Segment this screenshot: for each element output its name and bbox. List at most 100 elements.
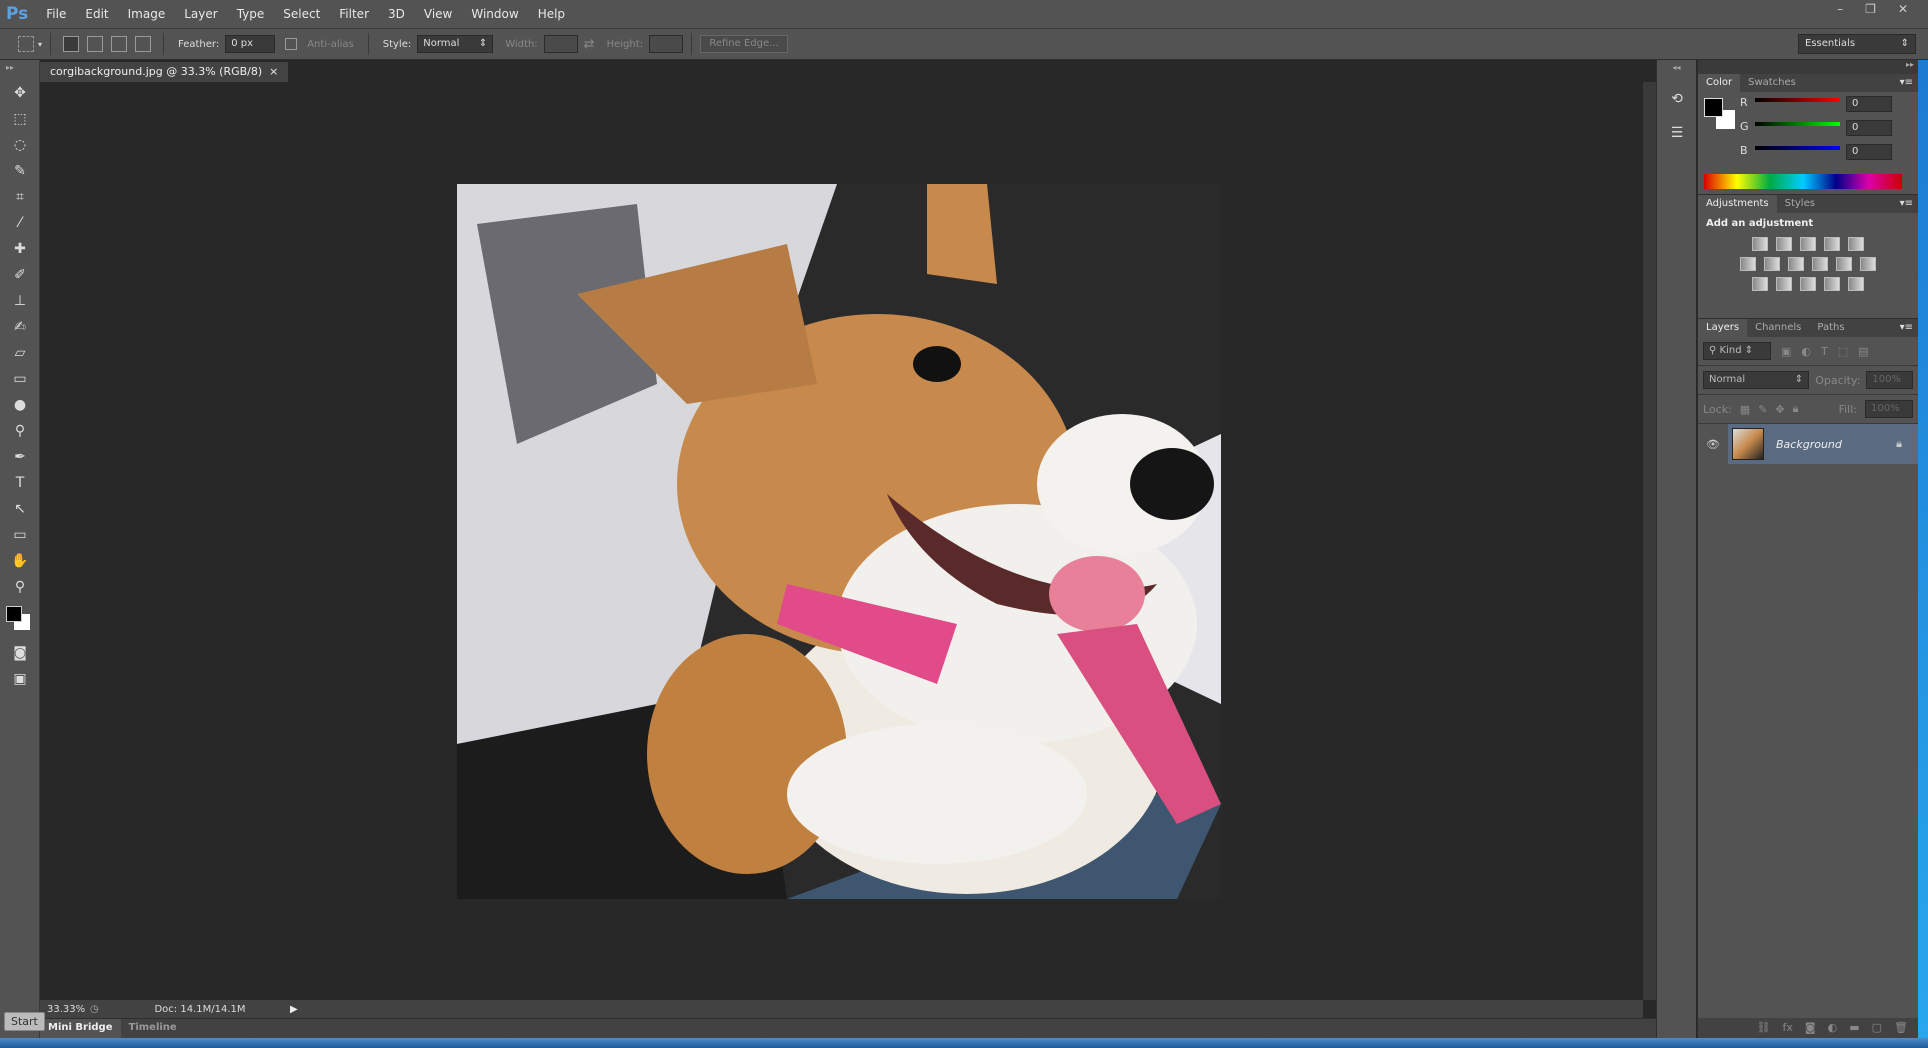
menu-layer[interactable]: Layer bbox=[184, 7, 217, 21]
r-value-input[interactable]: 0 bbox=[1846, 96, 1892, 112]
dodge-tool-icon[interactable]: ⚲ bbox=[0, 418, 40, 444]
quick-mask-icon[interactable]: ◙ bbox=[0, 640, 40, 666]
stamp-tool-icon[interactable]: ⊥ bbox=[0, 288, 40, 314]
layer-row[interactable]: 👁︎ Background 🔒︎ bbox=[1698, 424, 1918, 464]
curves-icon[interactable] bbox=[1800, 237, 1816, 251]
marquee-tool-icon[interactable]: ⬚ bbox=[0, 106, 40, 132]
intersect-selection-icon[interactable] bbox=[135, 36, 152, 52]
fx-icon[interactable]: fx bbox=[1783, 1021, 1793, 1035]
b-slider[interactable] bbox=[1755, 146, 1840, 150]
status-info-icon[interactable]: ◷ bbox=[90, 1004, 110, 1015]
style-select[interactable]: Normal ⇕ bbox=[417, 35, 494, 53]
lock-all-icon[interactable]: 🔒︎ bbox=[1793, 402, 1799, 416]
gradient-tool-icon[interactable]: ▭ bbox=[0, 366, 40, 392]
history-panel-icon[interactable]: ⟲ bbox=[1657, 86, 1697, 112]
move-tool-icon[interactable]: ✥ bbox=[0, 80, 40, 106]
quick-select-tool-icon[interactable]: ✎ bbox=[0, 158, 40, 184]
status-menu-arrow-icon[interactable]: ▶ bbox=[290, 1004, 298, 1015]
filter-pixel-icon[interactable]: ▣ bbox=[1781, 345, 1791, 358]
new-selection-icon[interactable] bbox=[63, 36, 80, 52]
layer-lock-icon[interactable]: 🔒︎ bbox=[1896, 437, 1902, 451]
blend-mode-select[interactable]: Normal ⇕ bbox=[1703, 371, 1810, 389]
marquee-preset-icon[interactable] bbox=[18, 36, 34, 52]
gradient-map-icon[interactable] bbox=[1848, 277, 1864, 291]
feather-input[interactable]: 0 px bbox=[225, 35, 276, 53]
lasso-tool-icon[interactable]: ◌ bbox=[0, 132, 40, 158]
panel-menu-icon[interactable]: ▾≡ bbox=[1895, 74, 1918, 92]
menu-file[interactable]: File bbox=[46, 7, 66, 21]
tab-mini-bridge[interactable]: Mini Bridge bbox=[40, 1019, 121, 1038]
close-button[interactable]: ✕ bbox=[1898, 2, 1908, 16]
eraser-tool-icon[interactable]: ▱ bbox=[0, 340, 40, 366]
healing-tool-icon[interactable]: ✚ bbox=[0, 236, 40, 262]
height-input[interactable] bbox=[649, 35, 683, 53]
black-white-icon[interactable] bbox=[1788, 257, 1804, 271]
tab-color[interactable]: Color bbox=[1698, 74, 1741, 92]
opacity-input[interactable]: 100% bbox=[1866, 371, 1913, 389]
filter-type-icon[interactable]: T bbox=[1821, 345, 1828, 358]
filter-smart-icon[interactable]: ▤ bbox=[1858, 345, 1868, 358]
close-tab-icon[interactable]: × bbox=[269, 65, 278, 78]
tab-swatches[interactable]: Swatches bbox=[1740, 74, 1804, 92]
exposure-icon[interactable] bbox=[1824, 237, 1840, 251]
document-tab[interactable]: corgibackground.jpg @ 33.3% (RGB/8) × bbox=[40, 62, 289, 82]
brightness-contrast-icon[interactable] bbox=[1752, 237, 1768, 251]
color-spectrum[interactable] bbox=[1704, 174, 1902, 189]
tab-channels[interactable]: Channels bbox=[1747, 319, 1809, 337]
zoom-level[interactable]: 33.33% bbox=[40, 1004, 90, 1015]
panel-menu-icon[interactable]: ▾≡ bbox=[1895, 195, 1918, 213]
selective-color-icon[interactable] bbox=[1824, 277, 1840, 291]
vibrance-icon[interactable] bbox=[1848, 237, 1864, 251]
invert-icon[interactable] bbox=[1752, 277, 1768, 291]
start-button[interactable]: Start bbox=[4, 1012, 45, 1031]
menu-edit[interactable]: Edit bbox=[85, 7, 108, 21]
shape-tool-icon[interactable]: ▭ bbox=[0, 522, 40, 548]
filter-adjustment-icon[interactable]: ◐ bbox=[1801, 345, 1811, 358]
foreground-color-swatch[interactable] bbox=[6, 606, 22, 622]
tab-paths[interactable]: Paths bbox=[1809, 319, 1852, 337]
menu-window[interactable]: Window bbox=[471, 7, 518, 21]
foreground-color-swatch[interactable] bbox=[1704, 98, 1723, 117]
threshold-icon[interactable] bbox=[1800, 277, 1816, 291]
menu-3d[interactable]: 3D bbox=[388, 7, 405, 21]
collapse-icon[interactable]: ◂◂ bbox=[1657, 60, 1696, 72]
refine-edge-button[interactable]: Refine Edge... bbox=[700, 35, 788, 53]
fill-input[interactable]: 100% bbox=[1865, 400, 1913, 418]
color-balance-icon[interactable] bbox=[1764, 257, 1780, 271]
screen-mode-icon[interactable]: ▣ bbox=[0, 666, 40, 692]
expand-icon[interactable]: ▸▸ bbox=[1698, 60, 1918, 74]
delete-layer-icon[interactable]: 🗑︎ bbox=[1894, 1021, 1908, 1035]
layer-filter-select[interactable]: ⚲ Kind ⇕ bbox=[1703, 342, 1771, 360]
properties-panel-icon[interactable]: ☰ bbox=[1657, 120, 1697, 146]
hue-saturation-icon[interactable] bbox=[1740, 257, 1756, 271]
channel-mixer-icon[interactable] bbox=[1836, 257, 1852, 271]
r-slider[interactable] bbox=[1755, 98, 1840, 102]
width-input[interactable] bbox=[543, 35, 578, 53]
new-layer-icon[interactable]: ▢ bbox=[1872, 1021, 1882, 1035]
lock-image-icon[interactable]: ✎ bbox=[1758, 403, 1767, 416]
g-value-input[interactable]: 0 bbox=[1846, 120, 1892, 136]
tab-styles[interactable]: Styles bbox=[1777, 195, 1823, 213]
menu-type[interactable]: Type bbox=[237, 7, 265, 21]
minimize-button[interactable]: – bbox=[1837, 2, 1843, 16]
zoom-tool-icon[interactable]: ⚲ bbox=[0, 574, 40, 600]
menu-select[interactable]: Select bbox=[283, 7, 320, 21]
add-selection-icon[interactable] bbox=[87, 36, 104, 52]
crop-tool-icon[interactable]: ⌗ bbox=[0, 184, 40, 210]
document-image[interactable] bbox=[457, 184, 1221, 899]
levels-icon[interactable] bbox=[1776, 237, 1792, 251]
adjustment-layer-icon[interactable]: ◐ bbox=[1828, 1021, 1838, 1035]
color-lookup-icon[interactable] bbox=[1860, 257, 1876, 271]
menu-help[interactable]: Help bbox=[538, 7, 565, 21]
pen-tool-icon[interactable]: ✒ bbox=[0, 444, 40, 470]
swap-icon[interactable]: ⇄ bbox=[584, 37, 595, 52]
new-group-icon[interactable]: ▬ bbox=[1849, 1021, 1859, 1035]
add-mask-icon[interactable]: ◙ bbox=[1805, 1021, 1816, 1035]
path-select-tool-icon[interactable]: ↖ bbox=[0, 496, 40, 522]
link-layers-icon[interactable]: ⛓ bbox=[1757, 1021, 1771, 1035]
layer-name[interactable]: Background bbox=[1776, 438, 1842, 451]
panel-menu-icon[interactable]: ▾≡ bbox=[1895, 319, 1918, 337]
type-tool-icon[interactable]: T bbox=[0, 470, 40, 496]
g-slider[interactable] bbox=[1755, 122, 1840, 126]
blur-tool-icon[interactable]: ● bbox=[0, 392, 40, 418]
